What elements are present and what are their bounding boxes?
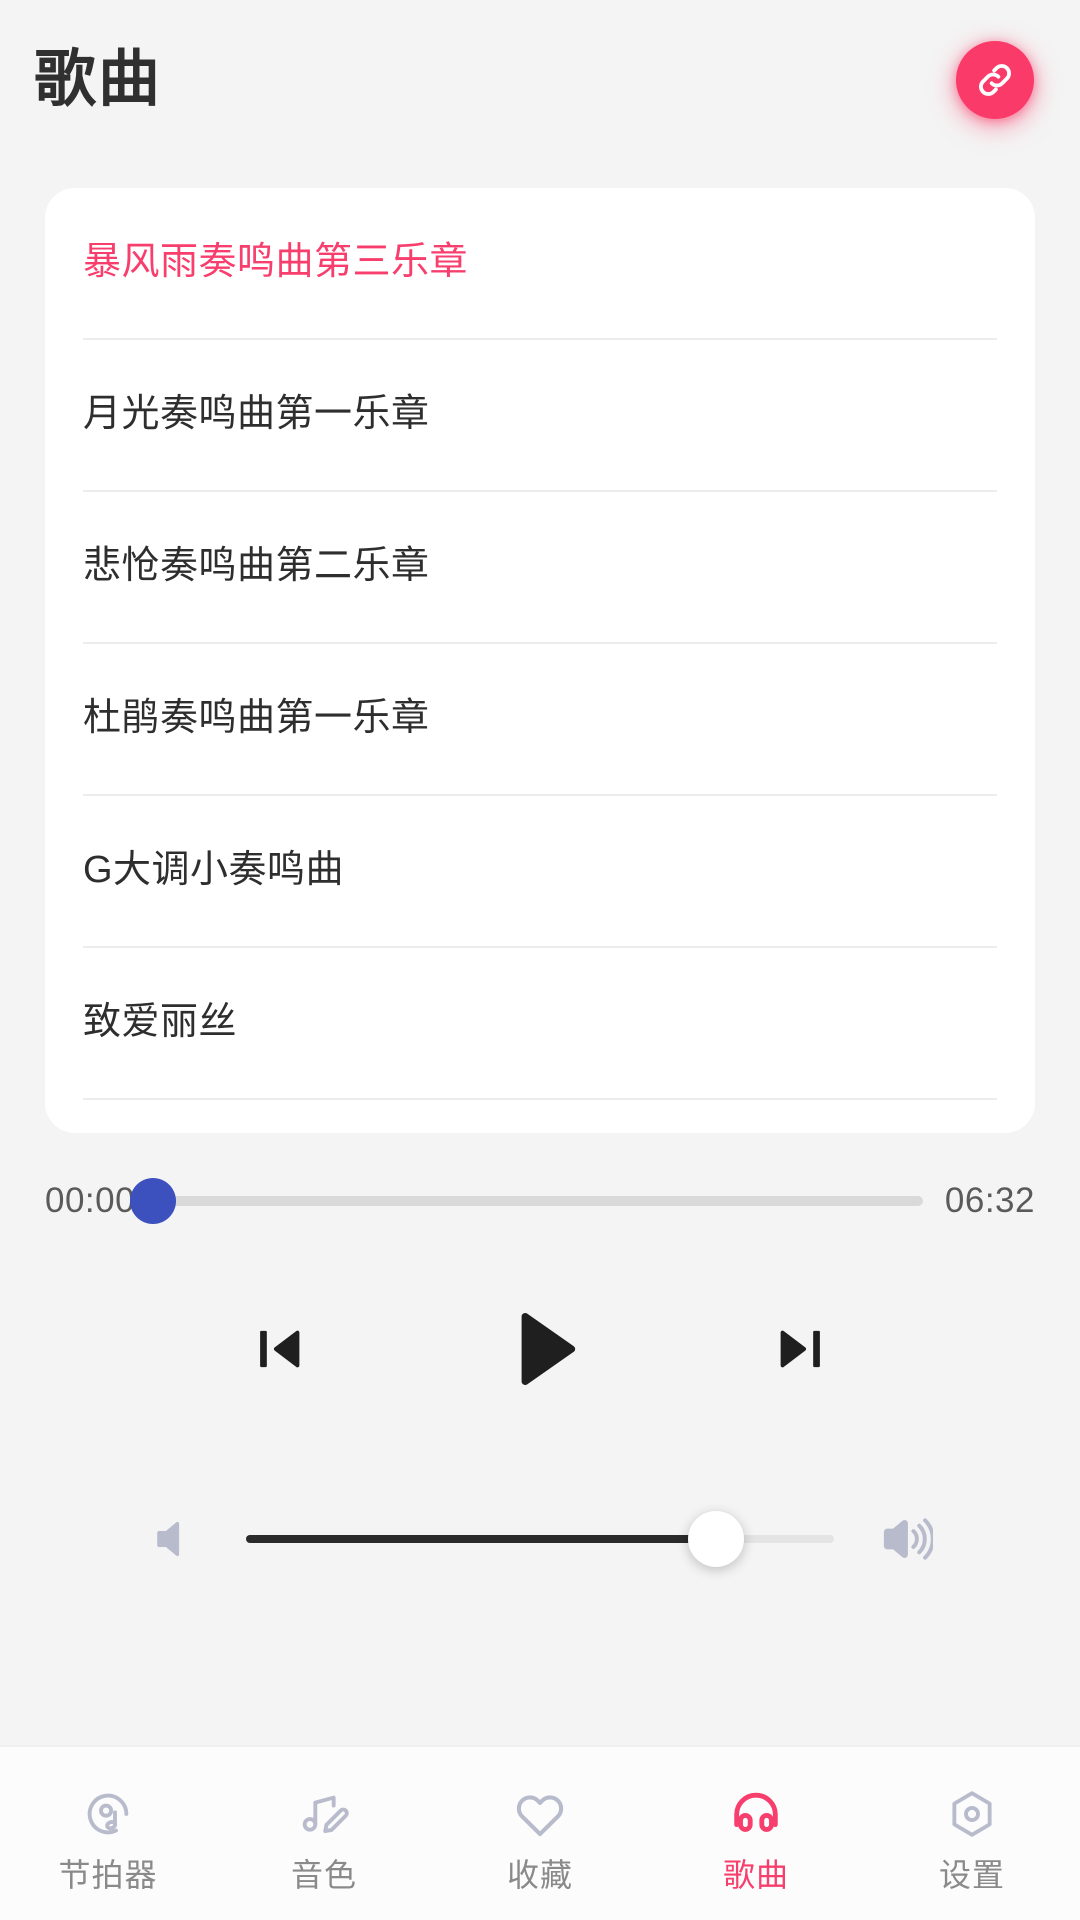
nav-item-songs[interactable]: 歌曲 [648,1747,864,1920]
progress-slider[interactable] [130,1178,923,1224]
app-header: 歌曲 [0,0,1080,160]
volume-low-icon[interactable] [140,1513,210,1565]
list-divider [83,1098,997,1100]
song-title: 悲怆奏鸣曲第二乐章 [83,545,430,588]
skip-next-icon [769,1318,831,1380]
bottom-navigation: 节拍器 音色 收藏 歌曲 设置 [0,1745,1080,1920]
volume-slider[interactable] [246,1511,834,1567]
nav-label: 收藏 [506,1856,573,1893]
current-time-label: 00:00 [45,1181,136,1220]
nav-item-metronome[interactable]: 节拍器 [0,1747,216,1920]
nav-label: 节拍器 [58,1856,158,1893]
page-title: 歌曲 [34,45,163,114]
progress-thumb[interactable] [130,1178,177,1224]
link-icon [973,58,1017,102]
song-list-item[interactable]: 致爱丽丝 [45,948,1035,1098]
volume-thumb[interactable] [688,1511,745,1567]
next-button[interactable] [670,1269,930,1429]
song-list-item[interactable]: 杜鹃奏鸣曲第一乐章 [45,644,1035,794]
song-title: 暴风雨奏鸣曲第三乐章 [83,241,469,284]
app-root: 歌曲 暴风雨奏鸣曲第三乐章 月光奏鸣曲第一乐章 悲怆奏鸣曲第二乐章 杜鹃奏鸣曲第… [0,0,1080,1920]
headphones-icon [727,1783,785,1845]
settings-hexagon-icon [943,1783,1001,1845]
volume-row [0,1449,1080,1629]
song-title: 杜鹃奏鸣曲第一乐章 [83,697,430,740]
note-edit-icon [295,1783,353,1845]
link-button[interactable] [956,41,1034,119]
volume-fill [246,1535,717,1543]
song-list-item[interactable]: 暴风雨奏鸣曲第三乐章 [45,188,1035,338]
nav-label: 歌曲 [722,1856,789,1893]
song-title: G大调小奏鸣曲 [83,849,345,892]
nav-label: 设置 [938,1856,1005,1893]
volume-high-icon[interactable] [870,1511,940,1567]
song-list-card: 暴风雨奏鸣曲第三乐章 月光奏鸣曲第一乐章 悲怆奏鸣曲第二乐章 杜鹃奏鸣曲第一乐章… [45,188,1035,1133]
song-list-item[interactable]: 月光奏鸣曲第一乐章 [45,340,1035,490]
skip-previous-icon [249,1318,311,1380]
nav-item-tone[interactable]: 音色 [216,1747,432,1920]
heart-icon [511,1783,569,1845]
nav-label: 音色 [290,1856,357,1893]
play-button[interactable] [410,1269,670,1429]
metronome-icon [79,1783,137,1845]
progress-row: 00:00 06:32 [0,1153,1080,1249]
nav-item-favorites[interactable]: 收藏 [432,1747,648,1920]
playback-controls [0,1249,1080,1449]
song-list-item[interactable]: 悲怆奏鸣曲第二乐章 [45,492,1035,642]
player-section: 00:00 06:32 [0,1133,1080,1745]
song-title: 致爱丽丝 [83,1001,238,1044]
song-list-item[interactable]: G大调小奏鸣曲 [45,796,1035,946]
play-icon [492,1301,588,1397]
song-title: 月光奏鸣曲第一乐章 [83,393,430,436]
previous-button[interactable] [150,1269,410,1429]
nav-item-settings[interactable]: 设置 [864,1747,1080,1920]
total-time-label: 06:32 [944,1181,1035,1220]
